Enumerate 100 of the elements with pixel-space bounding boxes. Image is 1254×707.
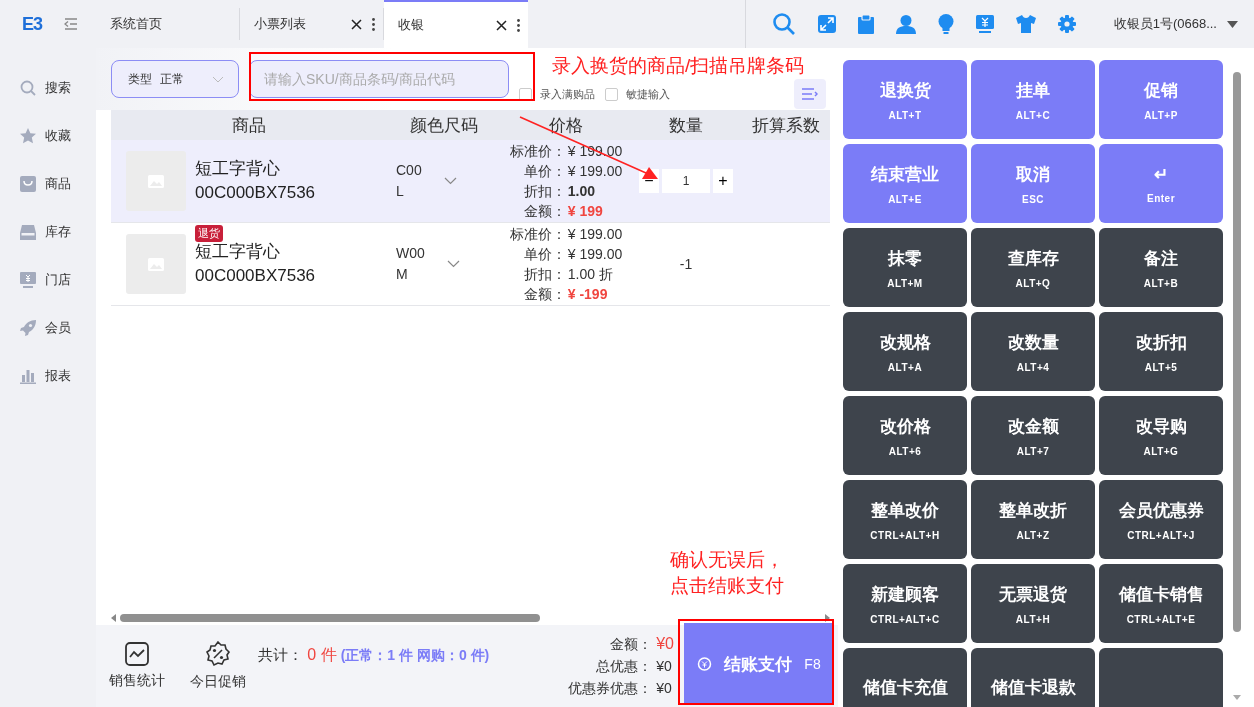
action-button[interactable]: 无票退货 ALT+H xyxy=(971,564,1095,643)
close-icon[interactable] xyxy=(351,18,362,30)
quantity-field[interactable]: 1 xyxy=(662,169,710,193)
user-icon[interactable] xyxy=(895,14,916,34)
action-button[interactable]: 备注 ALT+B xyxy=(1099,228,1223,307)
action-button[interactable]: 查库存 ALT+Q xyxy=(971,228,1095,307)
sidebar-item[interactable]: 商品 xyxy=(45,175,71,193)
amount-value: ¥0 xyxy=(656,679,673,698)
variant-text: C00 xyxy=(396,161,422,180)
bar-chart-icon xyxy=(20,368,36,384)
scroll-down-icon[interactable] xyxy=(1233,695,1241,700)
price-value: 1.00 xyxy=(567,182,596,201)
amount-value: ¥0 xyxy=(656,634,674,654)
sidebar-item[interactable]: 库存 xyxy=(45,223,71,241)
search-icon[interactable] xyxy=(771,12,796,36)
action-button[interactable]: 新建顾客 CTRL+ALT+C xyxy=(843,564,967,643)
action-button[interactable]: 整单改价 CTRL+ALT+H xyxy=(843,480,967,559)
lightbulb-icon[interactable] xyxy=(937,14,954,34)
amount-label: 总优惠： xyxy=(595,657,653,676)
rocket-icon xyxy=(20,320,36,336)
chevron-down-icon[interactable] xyxy=(446,260,460,268)
tab[interactable]: 收银 xyxy=(384,0,528,48)
product-code: 00C000BX7536 xyxy=(195,182,316,204)
action-button[interactable]: 改数量 ALT+4 xyxy=(971,312,1095,391)
variant-text: M xyxy=(396,265,409,284)
annotation-text: 确认无误后， 点击结账支付 xyxy=(670,548,784,598)
price-label: 标准价： xyxy=(509,142,566,161)
price-value: ¥ 199.00 xyxy=(567,225,623,244)
tool-label: 销售统计 xyxy=(108,672,165,690)
collapse-menu-icon[interactable] xyxy=(64,18,78,30)
action-button[interactable]: 储值卡充值 xyxy=(843,648,967,707)
expand-icon[interactable] xyxy=(817,15,836,33)
scrollbar-thumb[interactable] xyxy=(120,614,540,622)
scroll-right-icon[interactable] xyxy=(825,614,830,622)
action-button[interactable]: 改折扣 ALT+5 xyxy=(1099,312,1223,391)
price-value: ¥ 199.00 xyxy=(567,162,623,181)
action-button[interactable]: 整单改折 ALT+Z xyxy=(971,480,1095,559)
action-button[interactable]: 改规格 ALT+A xyxy=(843,312,967,391)
scrollbar-thumb[interactable] xyxy=(1233,72,1241,632)
variant-text: L xyxy=(396,182,405,201)
more-icon[interactable] xyxy=(372,17,375,31)
search-icon xyxy=(20,80,36,96)
price-value: 1.00 折 xyxy=(567,265,614,284)
line-chart-icon xyxy=(124,642,149,666)
shirt-icon[interactable] xyxy=(1015,15,1036,33)
cashier-icon[interactable] xyxy=(975,14,994,34)
price-label: 单价： xyxy=(522,245,566,264)
product-name: 短工字背心 xyxy=(195,241,281,263)
search-field[interactable]: 请输入SKU/商品条码/商品代码 xyxy=(249,60,509,98)
tool-label: 今日促销 xyxy=(189,673,246,691)
sidebar-item[interactable]: 门店 xyxy=(45,271,71,289)
user-name[interactable]: 收银员1号(0668... xyxy=(1113,15,1217,33)
order-row[interactable]: 退货 短工字背心 00C000BX7536 W00 M 标准价：¥ 199.00 单价：¥ 199.00 折扣：1.00 折 金额：¥ -199 -1 xyxy=(111,223,830,306)
increase-button[interactable]: + xyxy=(713,169,733,193)
select-value: 正常 xyxy=(160,70,184,88)
amount-value: ¥0 xyxy=(656,657,673,676)
close-icon[interactable] xyxy=(496,19,507,31)
discount-icon xyxy=(204,641,231,667)
caret-icon[interactable] xyxy=(1227,20,1238,28)
return-tag: 退货 xyxy=(195,225,223,242)
price-label: 单价： xyxy=(522,162,566,181)
action-button[interactable]: 储值卡销售 CTRL+ALT+E xyxy=(1099,564,1223,643)
action-button[interactable]: 改导购 ALT+G xyxy=(1099,396,1223,475)
clipboard-icon[interactable] xyxy=(857,14,874,34)
more-icon[interactable] xyxy=(517,18,520,32)
action-button[interactable]: 储值卡退款 xyxy=(971,648,1095,707)
price-value: ¥ 199 xyxy=(567,202,604,221)
price-value: ¥ 199.00 xyxy=(567,245,623,264)
scroll-left-icon[interactable] xyxy=(111,614,116,622)
variant-text: W00 xyxy=(396,244,425,263)
action-button[interactable]: 会员优惠券 CTRL+ALT+J xyxy=(1099,480,1223,559)
checkbox-label[interactable]: 录入满购品 xyxy=(540,86,595,102)
settings-icon[interactable] xyxy=(1057,15,1076,33)
action-button[interactable]: 改金额 ALT+7 xyxy=(971,396,1095,475)
price-label: 金额： xyxy=(522,202,566,221)
app-logo: E3 xyxy=(21,12,44,36)
checkbox-label[interactable]: 敏捷输入 xyxy=(626,86,670,102)
list-icon xyxy=(802,88,818,100)
column-header: 折算系数 xyxy=(750,114,821,137)
inventory-icon xyxy=(20,224,36,240)
price-label: 折扣： xyxy=(522,182,566,201)
checkbox[interactable] xyxy=(605,87,618,101)
annotation-text: 录入换货的商品/扫描吊牌条码 xyxy=(552,54,805,78)
chevron-down-icon[interactable] xyxy=(443,177,457,185)
select-label: 类型 xyxy=(128,70,152,88)
price-label: 金额： xyxy=(522,285,566,304)
tool-button[interactable]: 今日促销 xyxy=(177,625,258,707)
price-value: ¥ -199 xyxy=(567,285,609,304)
tool-button[interactable]: 销售统计 xyxy=(96,625,177,707)
sidebar-item[interactable]: 报表 xyxy=(45,367,71,385)
type-select[interactable]: 类型 正常 xyxy=(111,60,239,98)
column-header: 价格 xyxy=(548,114,584,137)
tab[interactable]: 系统首页 xyxy=(96,8,240,40)
list-settings-button[interactable] xyxy=(794,79,826,109)
action-button[interactable]: 改价格 ALT+6 xyxy=(843,396,967,475)
sidebar-item[interactable]: 搜索 xyxy=(45,79,71,97)
sidebar-item[interactable]: 收藏 xyxy=(45,127,71,145)
sidebar-item[interactable]: 会员 xyxy=(45,319,71,337)
action-button[interactable]: 抹零 ALT+M xyxy=(843,228,967,307)
price-label: 折扣： xyxy=(522,265,566,284)
